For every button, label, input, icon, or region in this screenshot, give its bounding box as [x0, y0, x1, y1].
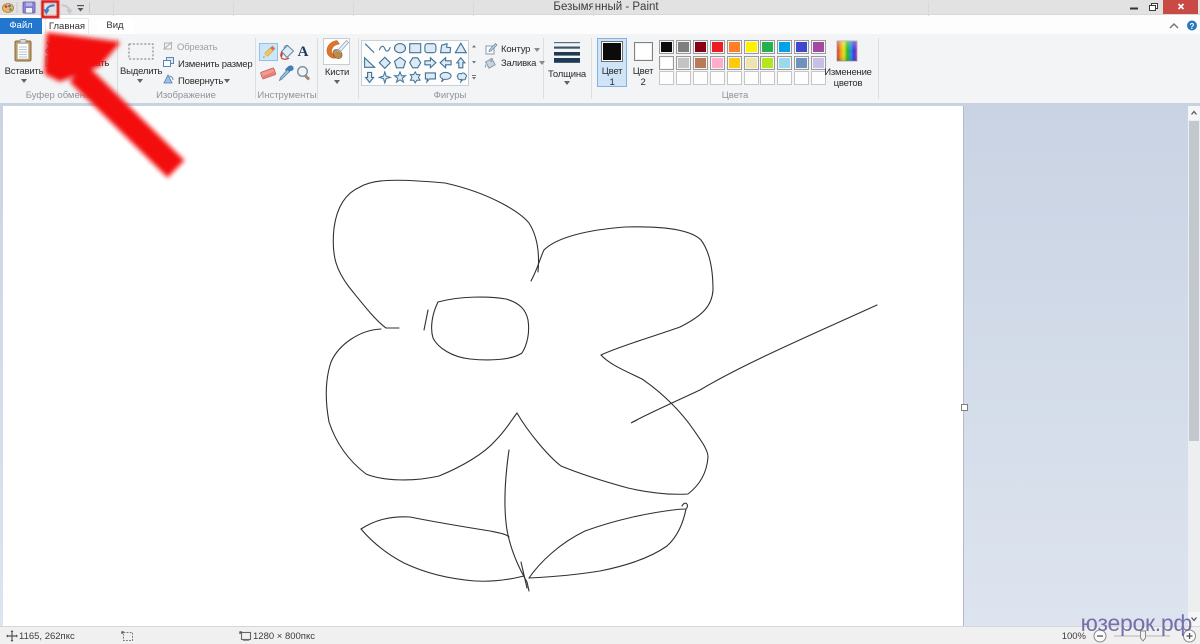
svg-text:?: ? — [1190, 22, 1195, 31]
